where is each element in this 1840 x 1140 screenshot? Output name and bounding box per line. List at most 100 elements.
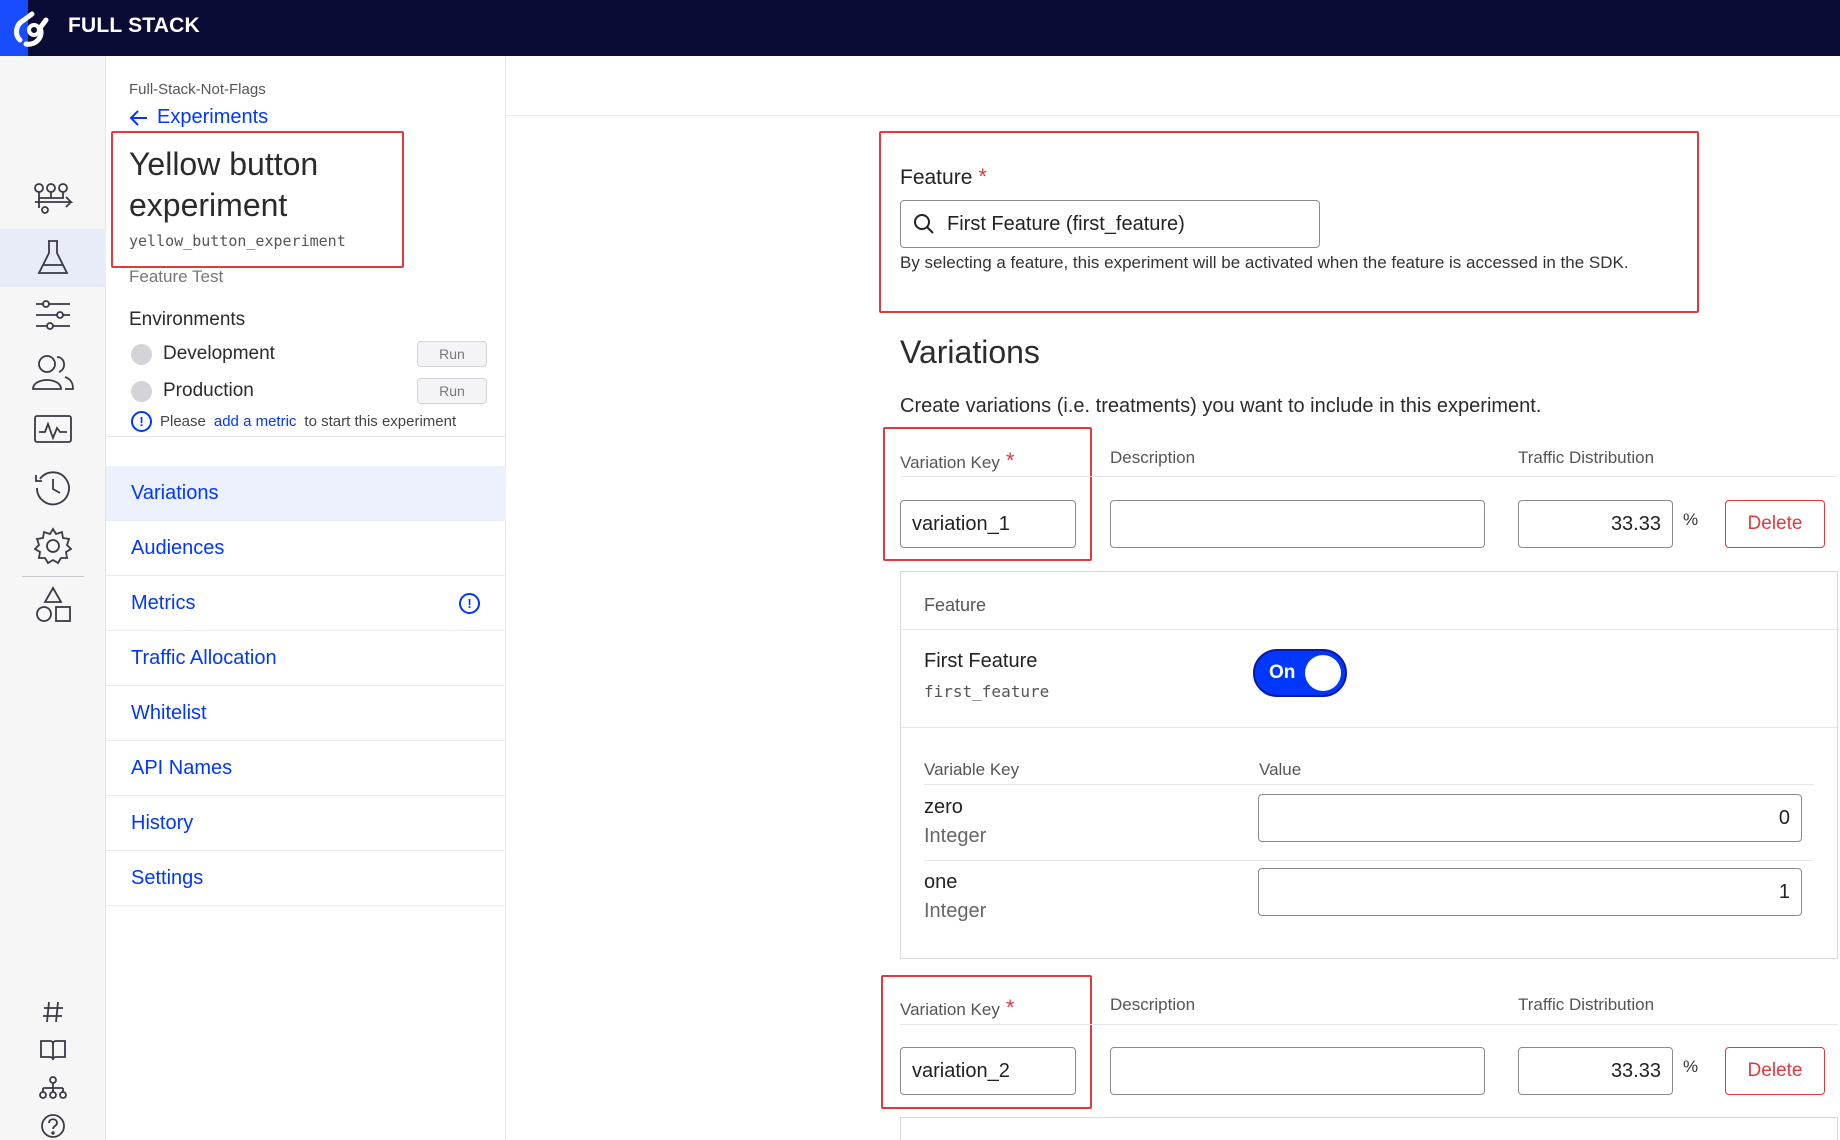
environment-name: Production	[163, 380, 254, 401]
info-icon: !	[131, 411, 152, 432]
nav-item-label: Metrics	[131, 591, 196, 614]
variable-one-value-input[interactable]: 1	[1258, 868, 1802, 916]
description-column-header: Description	[1110, 448, 1196, 467]
variable-key: one	[924, 871, 958, 893]
feature-search-value: First Feature (first_feature)	[947, 212, 1185, 235]
metrics-warning-icon: !	[459, 592, 480, 614]
toggle-knob	[1305, 655, 1341, 691]
variations-title: Variations	[900, 334, 1040, 370]
nav-item-api-names[interactable]: API Names	[106, 741, 506, 796]
environment-name: Development	[163, 343, 275, 364]
header-divider	[900, 1024, 1838, 1025]
variable-type: Integer	[924, 825, 987, 847]
shapes-icon[interactable]	[29, 583, 77, 627]
nav-item-settings[interactable]: Settings	[106, 851, 506, 906]
feature-label-text: Feature	[900, 166, 973, 189]
traffic-column-header: Traffic Distribution	[1518, 995, 1655, 1014]
variation-1-traffic-input[interactable]: 33.33	[1518, 500, 1673, 548]
variation-1-feature-panel: Feature First Feature first_feature On V…	[900, 571, 1838, 959]
variations-subtitle: Create variations (i.e. treatments) you …	[900, 395, 1542, 417]
description-column-header: Description	[1110, 995, 1196, 1014]
variation-2-feature-panel	[900, 1117, 1838, 1140]
history-icon[interactable]	[29, 466, 77, 510]
toggle-label: On	[1269, 662, 1296, 683]
variation-2-traffic-input[interactable]: 33.33	[1518, 1047, 1673, 1095]
column-label: Variation Key	[900, 453, 1000, 472]
delete-variation-2-button[interactable]: Delete	[1725, 1047, 1825, 1095]
experiments-icon[interactable]	[29, 236, 77, 280]
flags-icon[interactable]	[29, 176, 77, 220]
header-divider	[900, 476, 1838, 477]
back-link-label: Experiments	[157, 106, 269, 128]
experiment-type: Feature Test	[129, 267, 224, 286]
nav-item-label: History	[131, 811, 194, 834]
required-mark: *	[978, 164, 987, 189]
gear-icon[interactable]	[29, 524, 77, 568]
value-column-header: Value	[1259, 760, 1302, 779]
variable-header-divider	[924, 784, 1814, 785]
panel-divider	[901, 727, 1837, 728]
nav-item-variations[interactable]: Variations	[106, 466, 506, 521]
feature-name: First Feature	[924, 650, 1038, 672]
icon-rail	[0, 56, 106, 1140]
variation-2-description-input[interactable]	[1110, 1047, 1485, 1095]
top-bar: FULL STACK	[0, 0, 1840, 56]
nav-item-label: Audiences	[131, 536, 225, 559]
feature-enabled-toggle[interactable]: On	[1253, 649, 1347, 697]
monitor-icon[interactable]	[29, 408, 77, 452]
variation-key-column-header: Variation Key *	[900, 995, 1014, 1021]
variable-type: Integer	[924, 900, 987, 922]
environment-status-dot	[131, 380, 152, 402]
nav-item-history[interactable]: History	[106, 796, 506, 851]
feature-label: Feature *	[900, 164, 987, 190]
environment-note: ! Please add a metric to start this expe…	[131, 411, 456, 432]
nav-item-whitelist[interactable]: Whitelist	[106, 686, 506, 741]
percent-sign: %	[1683, 510, 1699, 529]
feature-help-text: By selecting a feature, this experiment …	[900, 253, 1629, 272]
run-production-button[interactable]: Run	[417, 378, 487, 404]
variable-zero-value-input[interactable]: 0	[1258, 794, 1802, 842]
rail-separator	[22, 576, 84, 577]
title-highlight-box	[111, 131, 404, 268]
variable-key: zero	[924, 796, 963, 818]
main-header-divider	[506, 115, 1840, 116]
nav-item-label: Variations	[131, 481, 219, 504]
environments-heading: Environments	[129, 309, 246, 330]
nav-item-traffic-allocation[interactable]: Traffic Allocation	[106, 631, 506, 686]
logo-icon[interactable]	[10, 6, 54, 50]
brand-name: FULL STACK	[68, 14, 200, 37]
percent-sign: %	[1683, 1057, 1699, 1076]
nav-item-label: Settings	[131, 866, 204, 889]
nav-item-metrics[interactable]: Metrics!	[106, 576, 506, 631]
environment-status-dot	[131, 343, 152, 365]
settings-sliders-icon[interactable]	[29, 293, 77, 337]
project-breadcrumb[interactable]: Full-Stack-Not-Flags	[129, 81, 266, 98]
environment-row-development: Development Run	[131, 340, 487, 368]
variation-2-key-input[interactable]: variation_2	[900, 1047, 1076, 1095]
help-icon[interactable]	[29, 1104, 77, 1140]
environment-row-production: Production Run	[131, 377, 487, 405]
nav-divider	[106, 436, 506, 437]
note-suffix: to start this experiment	[304, 413, 457, 430]
variation-1-description-input[interactable]	[1110, 500, 1485, 548]
nav-item-label: API Names	[131, 756, 233, 779]
nav-item-audiences[interactable]: Audiences	[106, 521, 506, 576]
feature-panel-heading: Feature	[924, 595, 987, 615]
audiences-icon[interactable]	[29, 350, 77, 394]
column-label: Variation Key	[900, 1000, 1000, 1019]
required-mark: *	[1005, 448, 1015, 473]
variable-row-divider	[924, 860, 1814, 861]
variable-key-column-header: Variable Key	[924, 760, 1020, 779]
back-to-experiments-link[interactable]: Experiments	[129, 106, 268, 129]
add-metric-link[interactable]: add a metric	[214, 413, 297, 430]
feature-search-input[interactable]: First Feature (first_feature)	[900, 200, 1320, 248]
search-icon	[914, 214, 934, 234]
nav-item-label: Traffic Allocation	[131, 646, 277, 669]
variation-1-key-input[interactable]: variation_1	[900, 500, 1076, 548]
run-development-button[interactable]: Run	[417, 341, 487, 367]
delete-variation-1-button[interactable]: Delete	[1725, 500, 1825, 548]
feature-key: first_feature	[924, 682, 1050, 701]
traffic-column-header: Traffic Distribution	[1518, 448, 1655, 467]
panel-divider	[901, 629, 1837, 630]
nav-item-label: Whitelist	[131, 701, 207, 724]
